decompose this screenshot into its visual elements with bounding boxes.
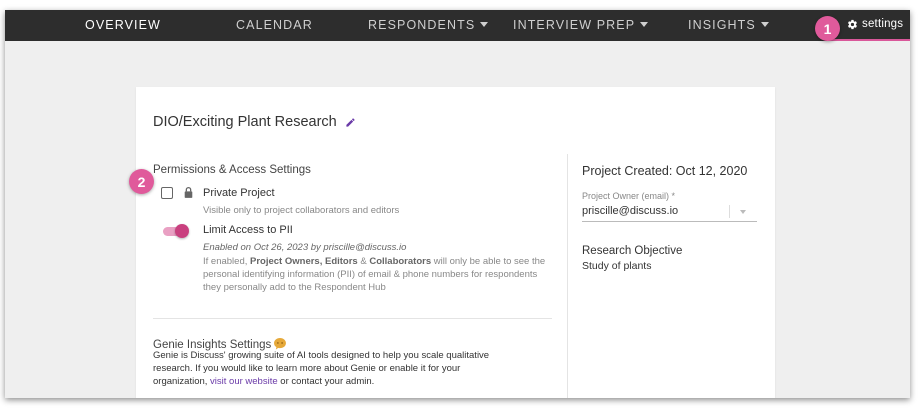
private-project-checkbox[interactable] [161,187,173,199]
private-project-description: Visible only to project collaborators an… [203,205,400,216]
limit-pii-toggle[interactable] [161,224,189,238]
nav-respondents[interactable]: RESPONDENTS [368,18,489,32]
project-settings-card: DIO/Exciting Plant Research Permissions … [136,87,775,398]
research-objective-heading: Research Objective [582,245,683,257]
nav-overview[interactable]: OVERVIEW [85,18,161,32]
limit-pii-desc-line1: If enabled, Project Owners, Editors & Co… [203,256,546,267]
chevron-down-icon [480,22,489,27]
section-divider [153,318,552,319]
select-separator [729,205,730,218]
limit-pii-enabled-note: Enabled on Oct 26, 2023 by priscille@dis… [203,242,407,253]
project-created-date: Project Created: Oct 12, 2020 [582,164,748,178]
toggle-knob [175,224,189,238]
chevron-down-icon [640,22,649,27]
limit-pii-description: If enabled, Project Owners, Editors & Co… [203,255,553,294]
callout-badge-1: 1 [815,16,840,41]
limit-pii-desc-line2: personal identifying information (PII) o… [203,269,538,280]
project-title: DIO/Exciting Plant Research [153,114,356,130]
genie-description: Genie is Discuss' growing suite of AI to… [153,350,490,387]
limit-pii-label: Limit Access to PII [203,224,293,236]
settings-link[interactable]: settings [847,18,903,30]
project-owner-value: priscille@discuss.io [582,205,679,217]
nav-calendar[interactable]: CALENDAR [236,18,313,32]
nav-insights[interactable]: INSIGHTS [688,18,769,32]
chevron-down-icon [760,22,769,27]
column-divider [567,154,568,398]
pencil-icon[interactable] [345,117,356,128]
settings-active-underline [827,39,910,41]
project-owner-select[interactable]: priscille@discuss.io [582,205,757,222]
private-project-label: Private Project [203,187,275,199]
lock-icon [184,186,193,198]
project-owner-label: Project Owner (email) * [582,191,676,201]
gear-icon [847,19,857,29]
visit-website-link[interactable]: visit our website [210,376,278,387]
permissions-heading: Permissions & Access Settings [153,164,311,176]
limit-pii-desc-line3: they personally add to the Respondent Hu… [203,282,386,293]
app-window: OVERVIEW CALENDAR RESPONDENTS INTERVIEW … [5,10,910,398]
callout-badge-2: 2 [129,169,154,194]
research-objective-text: Study of plants [582,260,652,272]
top-nav: OVERVIEW CALENDAR RESPONDENTS INTERVIEW … [5,10,910,41]
chevron-down-icon [740,210,746,214]
nav-interview-prep[interactable]: INTERVIEW PREP [513,18,649,32]
